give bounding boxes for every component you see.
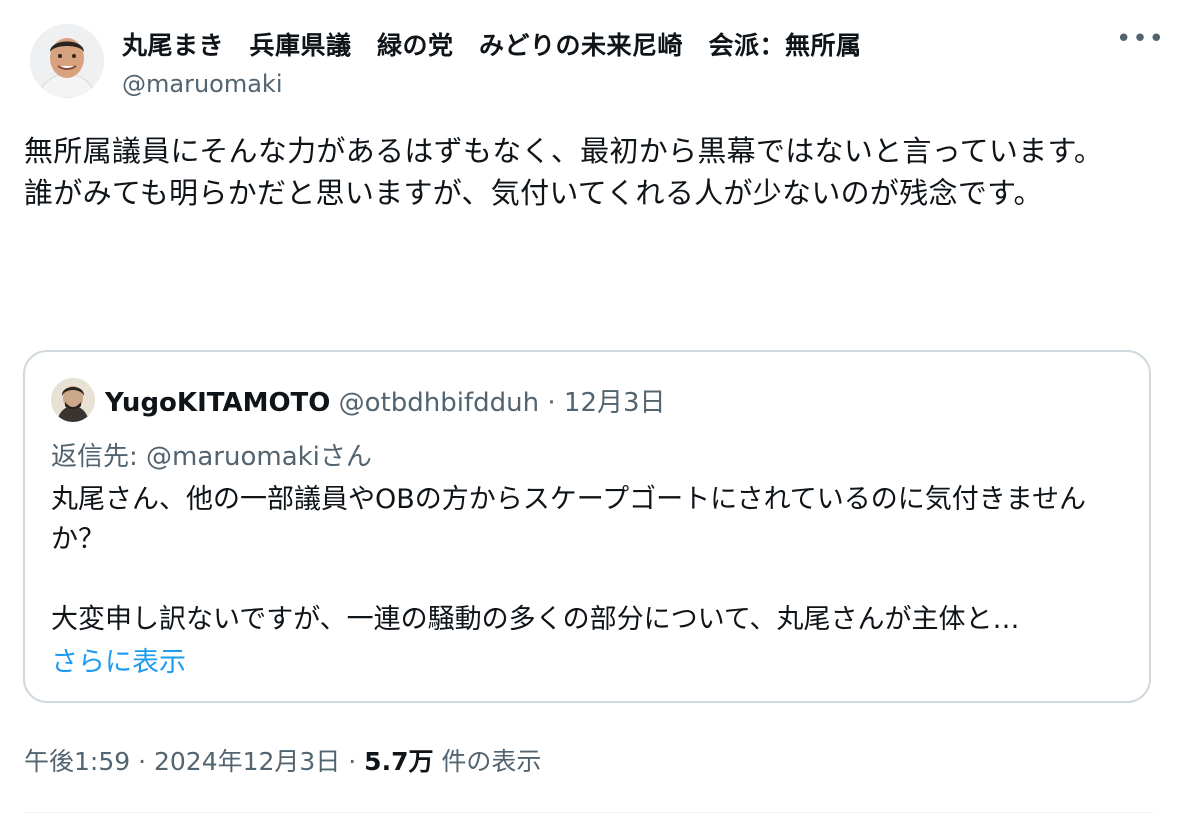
quoted-tweet-header: YugoKITAMOTO @otbdhbifdduh · 12月3日: [105, 382, 666, 419]
reply-to-line: 返信先: @maruomakiさん: [51, 436, 372, 473]
show-more-link[interactable]: さらに表示: [51, 640, 186, 679]
quoted-author-avatar-image: [51, 378, 95, 422]
views-label: 件の表示: [433, 747, 542, 776]
tweet-text: 無所属議員にそんな力があるはずもなく、最初から黒幕ではないと言っています。 誰が…: [24, 134, 1104, 210]
quoted-tweet-text: 丸尾さん、他の一部議員やOBの方からスケープゴートにされているのに気付きませんか…: [51, 484, 1086, 635]
footer-separator-2: ·: [340, 747, 365, 776]
quoted-meta-separator: ·: [539, 388, 564, 418]
author-display-name[interactable]: 丸尾まき 兵庫県議 緑の党 みどりの未来尼崎 会派：無所属: [122, 26, 862, 62]
tweet-time[interactable]: 午後1:59: [24, 747, 130, 776]
quoted-author-handle[interactable]: @otbdhbifdduh: [339, 388, 539, 418]
reply-to-prefix: 返信先:: [51, 442, 147, 472]
quoted-tweet-card[interactable]: YugoKITAMOTO @otbdhbifdduh · 12月3日 返信先: …: [23, 350, 1151, 703]
more-horizontal-icon[interactable]: •••: [1116, 24, 1164, 54]
footer-separator-1: ·: [130, 747, 154, 776]
author-avatar[interactable]: [30, 24, 104, 98]
reply-to-handle[interactable]: @maruomakiさん: [146, 442, 372, 472]
tweet-date[interactable]: 2024年12月3日: [154, 747, 340, 776]
author-handle[interactable]: @maruomaki: [122, 70, 283, 98]
quoted-tweet-date[interactable]: 12月3日: [564, 388, 666, 418]
quoted-author-spacer: [330, 388, 338, 418]
views-count[interactable]: 5.7万: [364, 747, 433, 776]
quoted-author-avatar[interactable]: [51, 378, 95, 422]
divider: [24, 812, 1154, 813]
quoted-author-name[interactable]: YugoKITAMOTO: [105, 388, 330, 418]
tweet-header: 丸尾まき 兵庫県議 緑の党 みどりの未来尼崎 会派：無所属 @maruomaki…: [30, 18, 1164, 108]
author-avatar-image: [30, 24, 104, 98]
tweet-footer: 午後1:59 · 2024年12月3日 · 5.7万 件の表示: [24, 742, 541, 778]
